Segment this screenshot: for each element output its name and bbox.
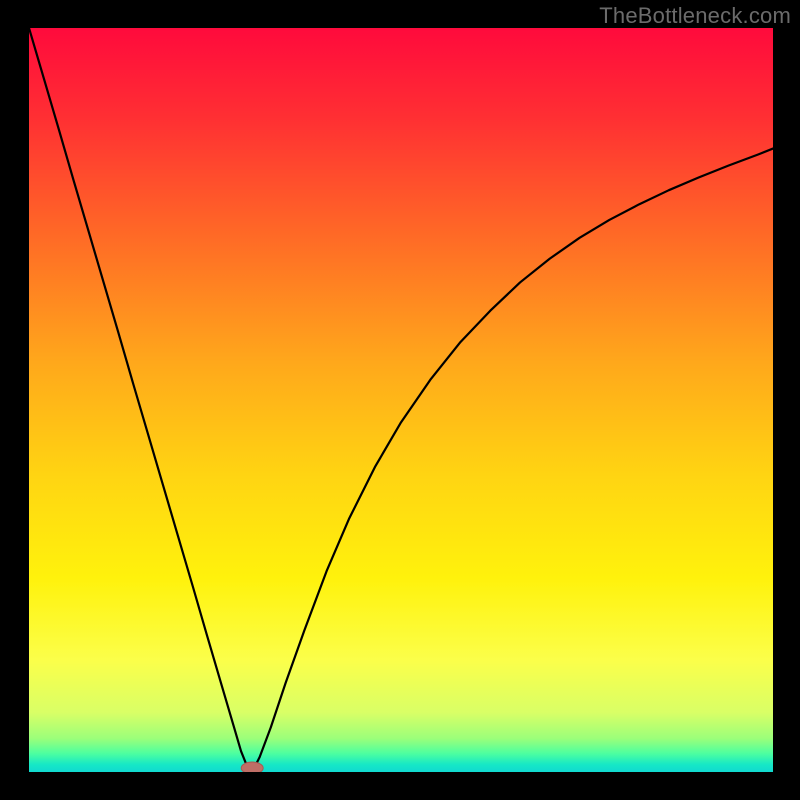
gradient-background [29,28,773,772]
plot-area [29,28,773,772]
bottleneck-chart [29,28,773,772]
chart-frame: TheBottleneck.com [0,0,800,800]
watermark-text: TheBottleneck.com [599,3,791,29]
minimum-marker [241,762,263,772]
